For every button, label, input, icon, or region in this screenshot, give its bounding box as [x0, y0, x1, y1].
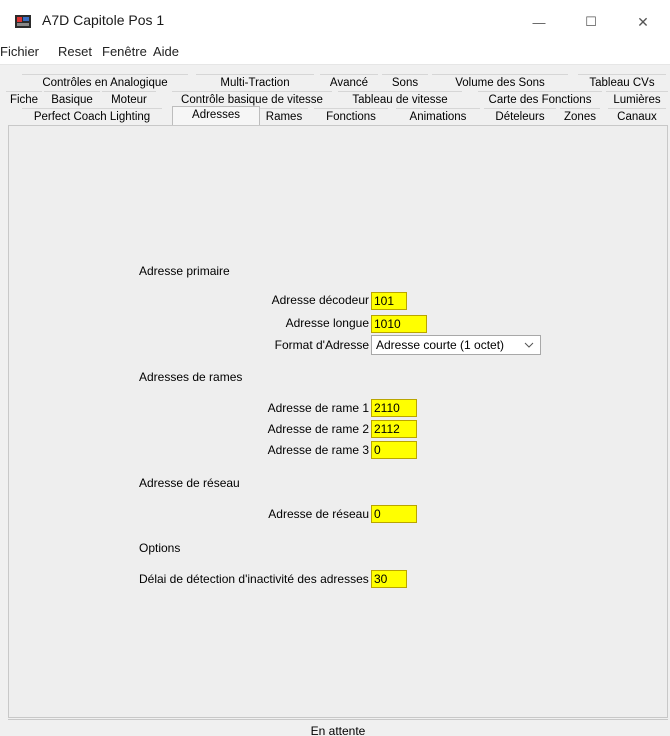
status-bar: En attente: [8, 719, 668, 736]
tab-volume-sons[interactable]: Volume des Sons: [432, 74, 568, 91]
tab-multi-traction[interactable]: Multi-Traction: [196, 74, 314, 91]
adresses-panel: Adresse primaire Adresse décodeur 101 Ad…: [8, 125, 668, 718]
adresse-longue-label: Adresse longue: [285, 316, 369, 330]
tab-carte-fonctions[interactable]: Carte des Fonctions: [478, 91, 602, 108]
close-icon: ✕: [637, 13, 649, 30]
section-options: Options: [139, 541, 181, 555]
rame1-field[interactable]: 2110: [371, 399, 417, 417]
minimize-icon: —: [532, 14, 546, 30]
tab-basique[interactable]: Basique: [44, 91, 100, 108]
tab-zones[interactable]: Zones: [560, 108, 600, 125]
rame3-label: Adresse de rame 3: [267, 443, 369, 457]
section-adresses-rames: Adresses de rames: [139, 370, 243, 384]
adresse-decodeur-field[interactable]: 101: [371, 292, 407, 310]
tab-avance[interactable]: Avancé: [320, 74, 378, 91]
menu-bar: Fichier Reset Fenêtre Aide: [0, 40, 670, 65]
tab-row-1: Contrôles en Analogique Multi-Traction A…: [8, 74, 668, 91]
maximize-button[interactable]: ☐: [568, 8, 614, 36]
chevron-down-icon: [524, 342, 534, 348]
tab-canaux[interactable]: Canaux: [608, 108, 666, 125]
delai-detection-field[interactable]: 30: [371, 570, 407, 588]
tab-sons[interactable]: Sons: [382, 74, 428, 91]
tab-tableau-vitesse[interactable]: Tableau de vitesse: [338, 91, 462, 108]
section-adresse-primaire: Adresse primaire: [139, 264, 230, 278]
tab-fiche[interactable]: Fiche: [6, 91, 42, 108]
rame2-label: Adresse de rame 2: [267, 422, 369, 436]
menu-fichier[interactable]: Fichier: [0, 44, 39, 59]
delai-detection-label: Délai de détection d'inactivité des adre…: [139, 572, 369, 586]
rame1-label: Adresse de rame 1: [267, 401, 369, 415]
section-adresse-reseau: Adresse de réseau: [139, 476, 240, 490]
tab-moteur[interactable]: Moteur: [102, 91, 156, 108]
tab-row-3: Perfect Coach Lighting Adresses Rames Fo…: [8, 106, 668, 126]
tab-rames[interactable]: Rames: [260, 108, 308, 125]
tab-row-2: Fiche Basique Moteur Contrôle basique de…: [6, 91, 668, 108]
locomotive-icon: [15, 15, 31, 28]
status-text: En attente: [310, 724, 366, 736]
adresse-reseau-label: Adresse de réseau: [268, 507, 369, 521]
close-button[interactable]: ✕: [620, 8, 666, 36]
tab-deteleurs[interactable]: Dételeurs: [484, 108, 556, 125]
adresse-decodeur-label: Adresse décodeur: [271, 293, 369, 307]
tab-perfect-coach-lighting[interactable]: Perfect Coach Lighting: [22, 108, 162, 125]
tab-controles-analogique[interactable]: Contrôles en Analogique: [22, 74, 188, 91]
title-bar: A7D Capitole Pos 1 — ☐ ✕: [0, 0, 670, 40]
menu-aide[interactable]: Aide: [153, 44, 179, 59]
tab-adresses[interactable]: Adresses: [172, 106, 260, 126]
menu-fenetre[interactable]: Fenêtre: [102, 44, 147, 59]
format-adresse-select[interactable]: Adresse courte (1 octet): [371, 335, 541, 355]
rame3-field[interactable]: 0: [371, 441, 417, 459]
tab-tableau-cvs[interactable]: Tableau CVs: [578, 74, 666, 91]
menu-reset[interactable]: Reset: [58, 44, 92, 59]
adresse-longue-field[interactable]: 1010: [371, 315, 427, 333]
adresse-reseau-field[interactable]: 0: [371, 505, 417, 523]
rame2-field[interactable]: 2112: [371, 420, 417, 438]
maximize-icon: ☐: [585, 14, 597, 29]
minimize-button[interactable]: —: [516, 8, 562, 36]
tab-animations[interactable]: Animations: [396, 108, 480, 125]
format-adresse-value: Adresse courte (1 octet): [376, 338, 505, 352]
tab-fonctions[interactable]: Fonctions: [314, 108, 388, 125]
format-adresse-label: Format d'Adresse: [274, 338, 369, 352]
tab-lumieres[interactable]: Lumières: [606, 91, 668, 108]
window-title: A7D Capitole Pos 1: [42, 12, 165, 28]
